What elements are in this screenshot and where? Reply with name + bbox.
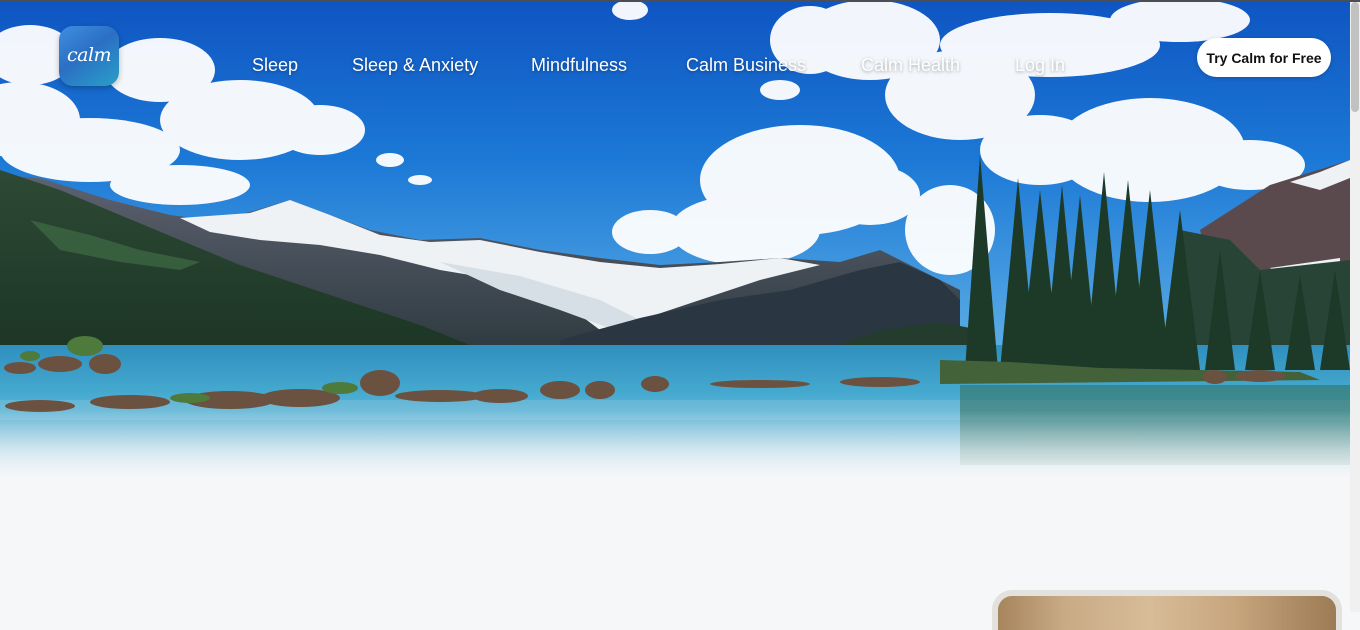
nav-link-mindfulness[interactable]: Mindfulness bbox=[531, 55, 627, 76]
nav-link-log-in[interactable]: Log In bbox=[1015, 55, 1065, 76]
content-card-preview[interactable] bbox=[992, 590, 1342, 630]
scrollbar-thumb[interactable] bbox=[1351, 2, 1359, 112]
nav-link-sleep[interactable]: Sleep bbox=[252, 55, 298, 76]
card-image bbox=[998, 596, 1336, 630]
nav-link-sleep-anxiety[interactable]: Sleep & Anxiety bbox=[352, 55, 478, 76]
nav-link-calm-health[interactable]: Calm Health bbox=[861, 55, 960, 76]
page-scrollbar[interactable] bbox=[1350, 0, 1360, 612]
hero-bottom-fade bbox=[0, 410, 1350, 480]
calm-logo-icon[interactable]: calm bbox=[59, 26, 119, 86]
hero-landscape-image bbox=[0, 0, 1350, 480]
nav-link-calm-business[interactable]: Calm Business bbox=[686, 55, 806, 76]
window-top-border bbox=[0, 0, 1360, 2]
try-calm-free-button[interactable]: Try Calm for Free bbox=[1197, 38, 1331, 77]
hero-banner bbox=[0, 0, 1350, 480]
logo-text: calm bbox=[66, 43, 112, 66]
